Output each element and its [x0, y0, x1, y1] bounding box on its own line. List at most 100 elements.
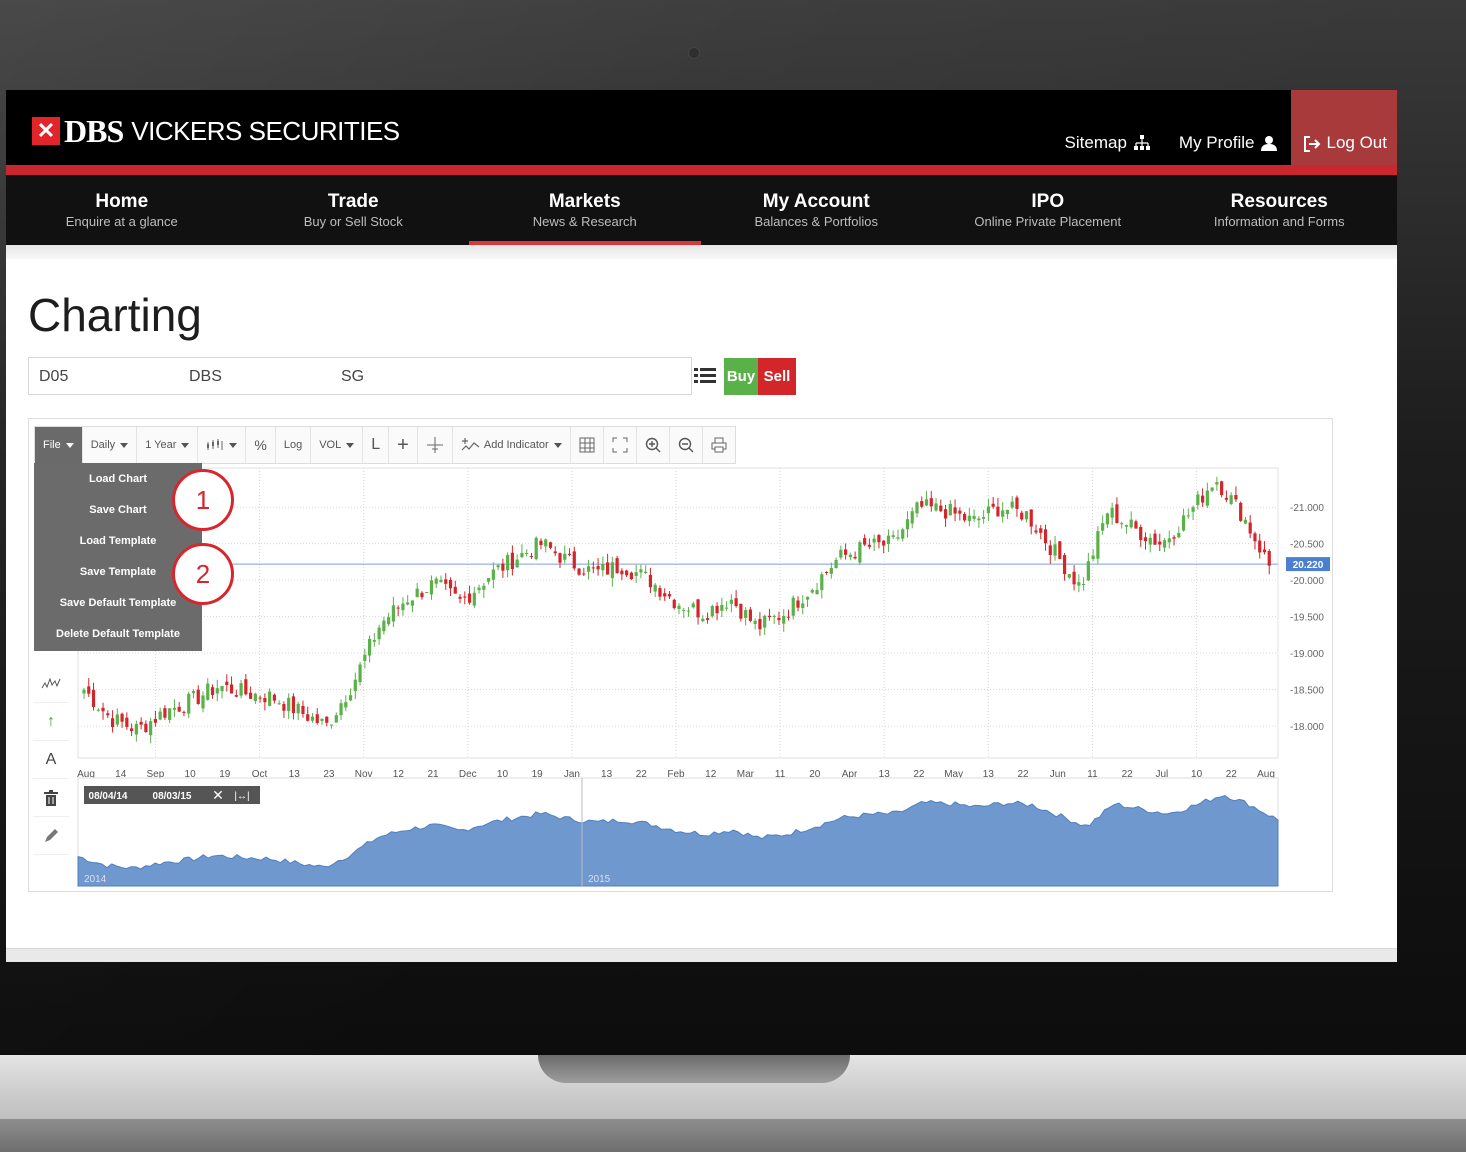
candle-body: [410, 600, 415, 606]
candle-body: [158, 711, 162, 720]
candle-body: [320, 718, 324, 721]
candle-body: [953, 507, 957, 514]
sitemap-link[interactable]: Sitemap: [1051, 133, 1165, 165]
candle-body: [777, 617, 781, 621]
candle-body: [1262, 549, 1267, 553]
site-header: ✕ DBS VICKERS SECURITIES Sitemap My Prof…: [6, 90, 1397, 165]
candle-body: [758, 618, 762, 630]
candle-body: [344, 702, 348, 708]
candle-body: [1224, 497, 1228, 500]
candle-body: [358, 664, 362, 683]
candle-body: [1062, 555, 1067, 575]
nav-markets-title: Markets: [548, 191, 621, 212]
candle-body: [663, 593, 667, 597]
candle-body: [910, 511, 914, 524]
candle-body: [982, 517, 986, 519]
candle-body: [263, 698, 267, 703]
candle-body: [391, 605, 395, 622]
my-profile-link[interactable]: My Profile: [1165, 133, 1291, 165]
candle-body: [839, 549, 843, 558]
candle-body: [677, 605, 681, 609]
candle-body: [453, 586, 457, 594]
candle-body: [986, 506, 990, 514]
menu-delete-default-template[interactable]: Delete Default Template: [34, 618, 202, 649]
candle-body: [972, 515, 976, 519]
candle-body: [791, 597, 795, 616]
candle-body: [753, 620, 757, 625]
candle-body: [501, 563, 505, 571]
candle-body: [1153, 533, 1157, 545]
candle-body: [201, 695, 205, 709]
nav-my-account[interactable]: My Account Balances & Portfolios: [701, 175, 933, 245]
candle-body: [744, 610, 748, 618]
candle-body: [772, 615, 776, 617]
candle-body: [1120, 523, 1124, 525]
candle-body: [625, 570, 629, 576]
symbol-search-input[interactable]: D05 DBS SG: [28, 357, 692, 395]
page-title: Charting: [28, 289, 202, 341]
candle-body: [934, 503, 938, 511]
candle-body: [786, 616, 791, 618]
nav-trade-title: Trade: [327, 191, 379, 212]
menu-load-template[interactable]: Load Template: [34, 525, 202, 556]
candle-body: [586, 566, 591, 572]
candle-body: [1148, 537, 1152, 545]
laptop-base-edge: [0, 1119, 1466, 1152]
nav-trade[interactable]: Trade Buy or Sell Stock: [238, 175, 470, 245]
y-tick-label: -21.000: [1290, 503, 1324, 514]
range-end-date: 08/03/15: [153, 791, 192, 802]
candle-body: [1077, 582, 1081, 586]
logout-button[interactable]: Log Out: [1290, 90, 1397, 165]
candle-body: [1177, 532, 1181, 538]
candle-body: [1015, 497, 1019, 509]
candle-body: [548, 542, 553, 548]
candle-body: [867, 544, 871, 547]
candle-body: [1024, 511, 1029, 520]
nav-markets[interactable]: Markets News & Research: [469, 175, 701, 245]
candle-body: [434, 578, 438, 584]
candle-body: [996, 506, 1000, 517]
candle-body: [139, 721, 143, 725]
candle-body: [905, 519, 910, 530]
buy-button[interactable]: Buy: [724, 358, 758, 395]
nav-resources[interactable]: Resources Information and Forms: [1164, 175, 1396, 245]
candle-body: [1139, 527, 1143, 540]
candle-body: [463, 596, 467, 598]
candle-body: [306, 714, 310, 721]
candle-body: [315, 714, 319, 723]
sell-button[interactable]: Sell: [758, 358, 796, 395]
candle-body: [1215, 482, 1219, 485]
candle-body: [824, 572, 829, 574]
candle-body: [206, 683, 210, 700]
candle-body: [977, 518, 981, 521]
nav-shadow: [6, 245, 1397, 259]
nav-ipo[interactable]: IPO Online Private Placement: [932, 175, 1164, 245]
candle-body: [429, 580, 434, 595]
nav-home[interactable]: Home Enquire at a glance: [6, 175, 238, 245]
candle-body: [149, 721, 153, 736]
candle-body: [125, 717, 129, 727]
candle-body: [239, 683, 243, 696]
candle-body: [1072, 571, 1076, 585]
candle-body: [87, 686, 91, 694]
list-icon[interactable]: [694, 365, 716, 387]
candle-body: [567, 553, 572, 555]
candle-body: [329, 724, 334, 726]
candle-body: [1167, 538, 1171, 543]
candle-body: [577, 568, 581, 575]
candle-body: [1129, 519, 1133, 528]
candle-body: [110, 718, 115, 728]
dbs-logo[interactable]: ✕ DBS VICKERS SECURITIES: [32, 113, 400, 149]
user-icon: [1260, 136, 1277, 151]
candle-body: [448, 579, 453, 589]
candle-body: [553, 551, 557, 554]
laptop-device: ✕ DBS VICKERS SECURITIES Sitemap My Prof…: [0, 0, 1466, 1152]
candle-body: [648, 574, 653, 588]
candle-body: [1239, 502, 1243, 521]
candle-body: [144, 723, 148, 733]
utility-nav: Sitemap My Profile Log Out: [1051, 90, 1397, 165]
symbol-name: DBS: [189, 368, 222, 385]
candle-body: [1034, 530, 1038, 533]
candle-body: [739, 603, 743, 619]
candle-body: [939, 505, 943, 512]
